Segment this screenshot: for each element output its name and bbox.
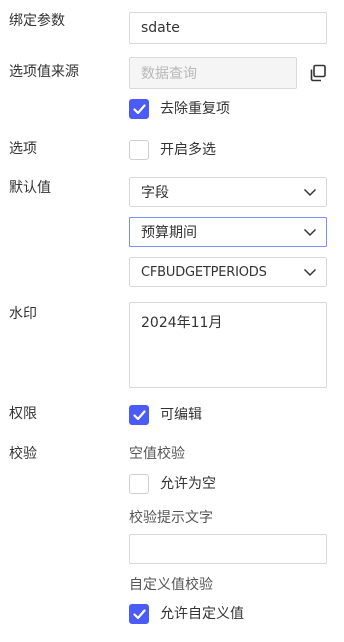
allow-custom-checkbox[interactable]: [129, 604, 149, 624]
default-field-select[interactable]: CFBUDGETPERIODS: [129, 257, 327, 287]
dedupe-checkbox[interactable]: [129, 99, 149, 119]
allow-empty-label: 允许为空: [160, 476, 216, 492]
validation-label: 校验: [9, 446, 37, 462]
default-value-label: 默认值: [9, 180, 51, 196]
allow-empty-checkbox[interactable]: [129, 474, 149, 494]
bind-param-label: 绑定参数: [9, 13, 65, 29]
hint-input[interactable]: [129, 534, 327, 564]
default-table-select[interactable]: 预算期间: [129, 217, 327, 247]
option-source-label: 选项值来源: [9, 64, 79, 80]
default-type-select[interactable]: 字段: [129, 177, 327, 207]
bind-param-input[interactable]: sdate: [129, 12, 327, 44]
chevron-down-icon: [303, 188, 317, 197]
watermark-label: 水印: [9, 306, 37, 322]
multi-select-checkbox[interactable]: [129, 140, 149, 160]
option-source-input[interactable]: 数据查询: [129, 57, 297, 89]
multi-select-label: 开启多选: [160, 142, 216, 158]
editable-checkbox[interactable]: [129, 405, 149, 425]
default-field-value: CFBUDGETPERIODS: [141, 264, 267, 280]
empty-check-title: 空值校验: [129, 446, 185, 462]
copy-icon[interactable]: [308, 63, 328, 83]
default-table-value: 预算期间: [141, 225, 197, 241]
default-type-value: 字段: [141, 185, 169, 201]
chevron-down-icon: [303, 228, 317, 237]
hint-title: 校验提示文字: [129, 510, 213, 526]
watermark-textarea[interactable]: 2024年11月: [129, 302, 327, 388]
custom-check-title: 自定义值校验: [129, 577, 213, 593]
dedupe-label: 去除重复项: [160, 101, 230, 117]
permission-label: 权限: [9, 406, 37, 422]
editable-label: 可编辑: [160, 407, 202, 423]
allow-custom-label: 允许自定义值: [160, 606, 244, 622]
options-label: 选项: [9, 141, 37, 157]
property-panel: 绑定参数 sdate 选项值来源 数据查询 去除重复项 选项 开启多选 默认值 …: [0, 0, 344, 642]
chevron-down-icon: [303, 268, 317, 277]
